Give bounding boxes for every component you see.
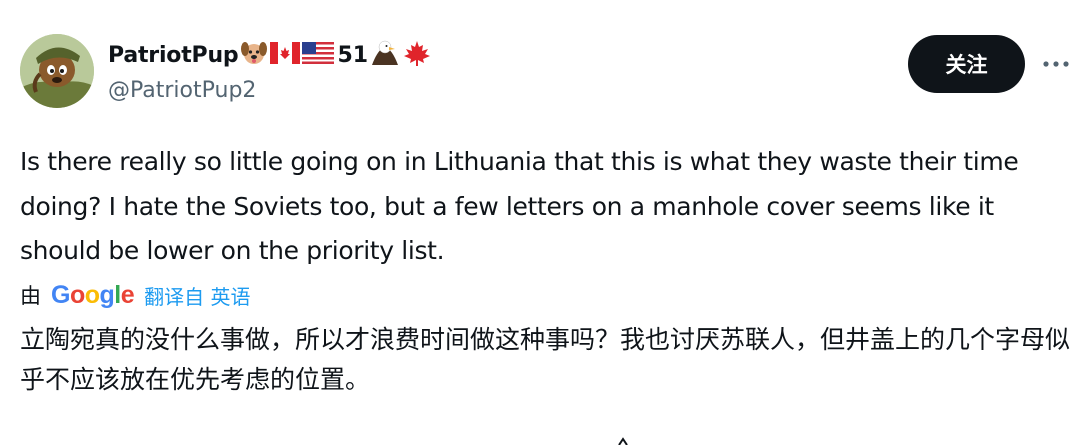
- avatar[interactable]: [20, 34, 94, 108]
- maple-leaf-icon: [402, 39, 432, 71]
- translated-text: 立陶宛真的没什么事做，所以才浪费时间做这种事吗？我也讨厌苏联人，但井盖上的几个字…: [20, 325, 1071, 394]
- avatar-image: [20, 34, 94, 108]
- display-name-row[interactable]: PatriotPup 51: [108, 38, 432, 72]
- translated-from-link[interactable]: 翻译自 英语: [144, 281, 250, 310]
- canada-flag-icon: [270, 42, 301, 68]
- us-flag-icon: [302, 42, 335, 68]
- tweet-text: Is there really so little going on in Li…: [20, 147, 1019, 265]
- google-logo: Google: [51, 280, 135, 309]
- tweet-header: PatriotPup 51 @PatriotPup2 关注: [0, 0, 1080, 120]
- dog-face-icon: [240, 40, 268, 70]
- eagle-icon: [370, 39, 400, 71]
- user-handle[interactable]: @PatriotPup2: [108, 78, 432, 103]
- badge-number: 51: [337, 42, 369, 68]
- translation-attribution: 由 Google 翻译自 英语: [20, 278, 251, 312]
- more-dots-icon: [1043, 61, 1069, 67]
- by-label: 由: [20, 284, 41, 308]
- follow-button[interactable]: 关注: [908, 35, 1025, 93]
- display-name[interactable]: PatriotPup: [108, 43, 239, 68]
- bottom-edge-mark: [618, 437, 628, 445]
- user-names: PatriotPup 51 @PatriotPup2: [108, 38, 432, 103]
- more-options-button[interactable]: [1036, 48, 1076, 80]
